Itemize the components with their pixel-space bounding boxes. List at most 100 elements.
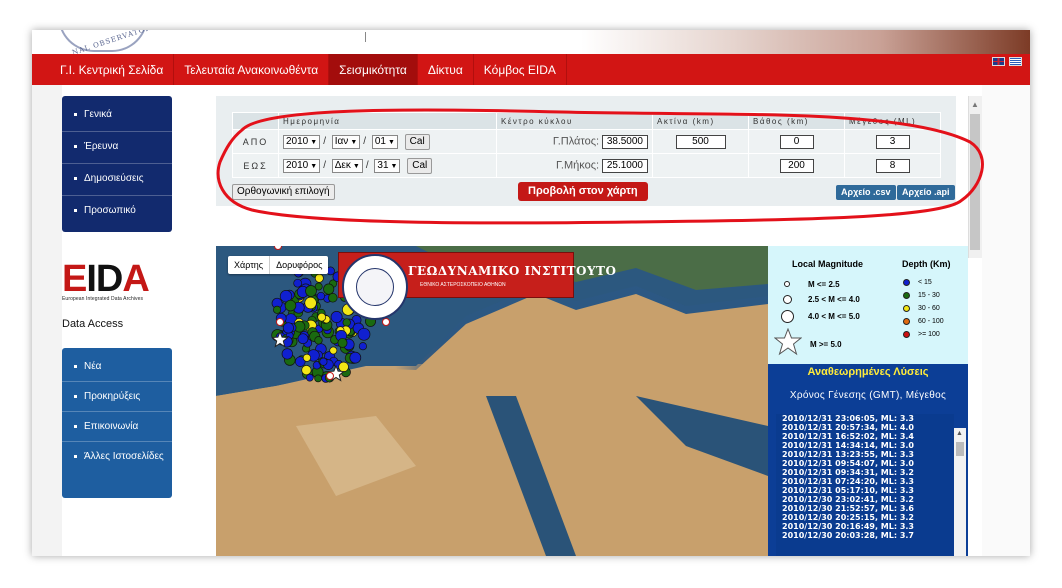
sidebar-item-announcements[interactable]: Προκηρύξεις (62, 382, 172, 412)
latitude-cell: Γ.Πλάτος: 38.5000 (496, 129, 653, 154)
scroll-up-icon[interactable]: ▲ (956, 430, 963, 437)
earthquake-marker[interactable] (282, 322, 294, 334)
list-item[interactable]: 2010/12/30 21:52:57, ML: 3.6 (776, 504, 954, 513)
radius-input[interactable]: 500 (675, 134, 726, 149)
list-item[interactable]: 2010/12/30 23:02:41, ML: 3.2 (776, 495, 954, 504)
earthquake-marker[interactable] (301, 365, 312, 376)
nav-home[interactable]: Γ.Ι. Κεντρική Σελίδα (32, 54, 175, 85)
earthquake-marker[interactable] (319, 357, 328, 366)
date-separator: / (323, 136, 326, 148)
earthquake-marker[interactable] (330, 311, 343, 323)
from-day-select[interactable]: 01 ▼ (371, 134, 398, 149)
list-item[interactable]: 2010/12/30 20:25:15, ML: 3.2 (776, 513, 954, 522)
mag-min-input[interactable]: 3 (875, 134, 910, 149)
nav-eida-node[interactable]: Κόμβος EIDA (474, 54, 567, 85)
to-year-select[interactable]: 2010 ▼ (283, 158, 321, 173)
selection-handle[interactable] (276, 318, 284, 326)
earthquake-marker[interactable] (357, 327, 371, 341)
scrollbar-thumb[interactable] (970, 114, 980, 250)
list-item[interactable]: 2010/12/30 20:16:49, ML: 3.3 (776, 522, 954, 531)
list-item[interactable]: 2010/12/31 05:17:10, ML: 3.3 (776, 486, 954, 495)
list-item[interactable]: 2010/12/31 14:34:14, ML: 3.0 (776, 441, 954, 450)
from-date-cell: 2010 ▼ / Ιαν ▼/ 01 ▼ Cal (278, 129, 497, 154)
list-item[interactable]: 2010/12/31 20:57:34, ML: 4.0 (776, 423, 954, 432)
eida-subtitle: European Integrated Data Archives (62, 296, 144, 302)
sidebar-item-research[interactable]: Έρευνα (62, 132, 172, 164)
earthquake-marker[interactable] (305, 285, 317, 297)
api-file-button[interactable]: Αρχείο .api (897, 185, 955, 200)
scroll-up-icon[interactable]: ▲ (971, 100, 979, 109)
longitude-input[interactable]: 25.1000 (601, 158, 648, 173)
tab-satellite[interactable]: Δορυφόρος (269, 256, 328, 274)
list-item[interactable]: 2010/12/31 23:06:05, ML: 3.3 (776, 414, 954, 423)
earthquake-marker[interactable] (284, 299, 297, 312)
from-cal-button[interactable]: Cal (404, 133, 430, 150)
sidebar-menu-main: Γενικά Έρευνα Δημοσιεύσεις Προσωπικό (62, 96, 172, 232)
list-item[interactable]: 2010/12/31 13:23:55, ML: 3.3 (776, 450, 954, 459)
earthquake-marker[interactable] (281, 348, 293, 360)
list-item[interactable]: 2010/12/31 09:54:07, ML: 3.0 (776, 459, 954, 468)
mag-max-input[interactable]: 8 (875, 158, 910, 173)
page-frame: NAL OBSERVATORY A Γ.Ι. Κεντρική Σελίδα Τ… (32, 30, 1030, 556)
show-on-map-button[interactable]: Προβολή στον χάρτη (518, 182, 648, 201)
earthquake-marker[interactable] (337, 337, 348, 348)
sidebar-item-other-sites[interactable]: Άλλες Ιστοσελίδες (62, 442, 172, 471)
earthquake-marker[interactable] (329, 346, 338, 355)
selection-handle[interactable] (326, 372, 334, 380)
list-item[interactable]: 2010/12/30 20:03:28, ML: 3.7 (776, 531, 954, 540)
latitude-input[interactable]: 38.5000 (601, 134, 648, 149)
to-day-select[interactable]: 31 ▼ (374, 158, 401, 173)
from-month-select[interactable]: Ιαν ▼ (331, 134, 361, 149)
latitude-label: Γ.Πλάτος: (552, 135, 600, 148)
greek-flag-icon[interactable] (1009, 57, 1022, 66)
eida-logo[interactable]: EIDA European Integrated Data Archives (62, 260, 174, 304)
earthquake-marker[interactable] (314, 374, 322, 383)
earthquake-marker[interactable] (273, 305, 282, 314)
chevron-down-icon: ▼ (310, 162, 318, 170)
to-month-select[interactable]: Δεκ ▼ (331, 158, 363, 173)
sidebar-item-publications[interactable]: Δημοσιεύσεις (62, 164, 172, 196)
depth-max-input[interactable]: 200 (779, 158, 814, 173)
earthquake-marker[interactable] (316, 291, 326, 301)
uk-flag-icon[interactable] (992, 57, 1005, 66)
sidebar-item-contact[interactable]: Επικοινωνία (62, 412, 172, 442)
earthquake-marker[interactable] (314, 273, 324, 283)
earthquake-marker[interactable] (317, 312, 327, 322)
rectangular-selection-button[interactable]: Ορθογωνική επιλογή (232, 184, 335, 200)
list-item[interactable]: 2010/12/31 09:34:31, ML: 3.2 (776, 468, 954, 477)
institute-title: ΓΕΩΔΥΝΑΜΙΚΟ ΙΝΣΤΙΤΟΥΤΟ (408, 264, 617, 278)
selection-handle[interactable] (382, 318, 390, 326)
earthquake-marker[interactable] (293, 278, 303, 288)
earthquake-marker[interactable] (358, 342, 367, 351)
nav-seismicity[interactable]: Σεισμικότητα (329, 54, 418, 85)
scrollbar-thumb[interactable] (956, 442, 964, 456)
earthquake-marker[interactable] (328, 293, 338, 303)
earthquake-marker[interactable] (305, 373, 314, 382)
earthquake-marker[interactable] (314, 336, 323, 345)
to-cal-button[interactable]: Cal (407, 157, 433, 174)
tab-map[interactable]: Χάρτης (228, 256, 269, 274)
legend-depth-dot-yellow (903, 305, 910, 312)
events-list[interactable]: 2010/12/31 23:06:05, ML: 3.3 2010/12/31 … (776, 414, 954, 556)
earthquake-marker[interactable] (297, 333, 309, 345)
list-item[interactable]: 2010/12/31 16:52:02, ML: 3.4 (776, 432, 954, 441)
nav-announcements[interactable]: Τελευταία Ανακοινωθέντα (174, 54, 330, 85)
list-item[interactable]: 2010/12/31 07:24:20, ML: 3.3 (776, 477, 954, 486)
header-depth: Βάθος (km) (748, 112, 845, 130)
bullet-icon (74, 394, 77, 398)
earthquake-marker[interactable] (304, 296, 317, 310)
sidebar-item-staff[interactable]: Προσωπικό (62, 196, 172, 227)
earthquake-marker[interactable] (302, 353, 311, 362)
earthquake-marker[interactable] (323, 283, 335, 295)
earthquake-marker[interactable] (349, 351, 362, 364)
nav-networks[interactable]: Δίκτυα (418, 54, 474, 85)
institute-seal (342, 254, 408, 320)
earthquake-marker[interactable] (338, 361, 349, 373)
earthquake-marker[interactable] (342, 318, 351, 327)
sidebar-item-news[interactable]: Νέα (62, 352, 172, 382)
selection-handle[interactable] (274, 246, 282, 250)
from-year-select[interactable]: 2010 ▼ (283, 134, 321, 149)
csv-file-button[interactable]: Αρχείο .csv (836, 185, 896, 200)
depth-min-input[interactable]: 0 (779, 134, 814, 149)
sidebar-item-general[interactable]: Γενικά (62, 100, 172, 132)
